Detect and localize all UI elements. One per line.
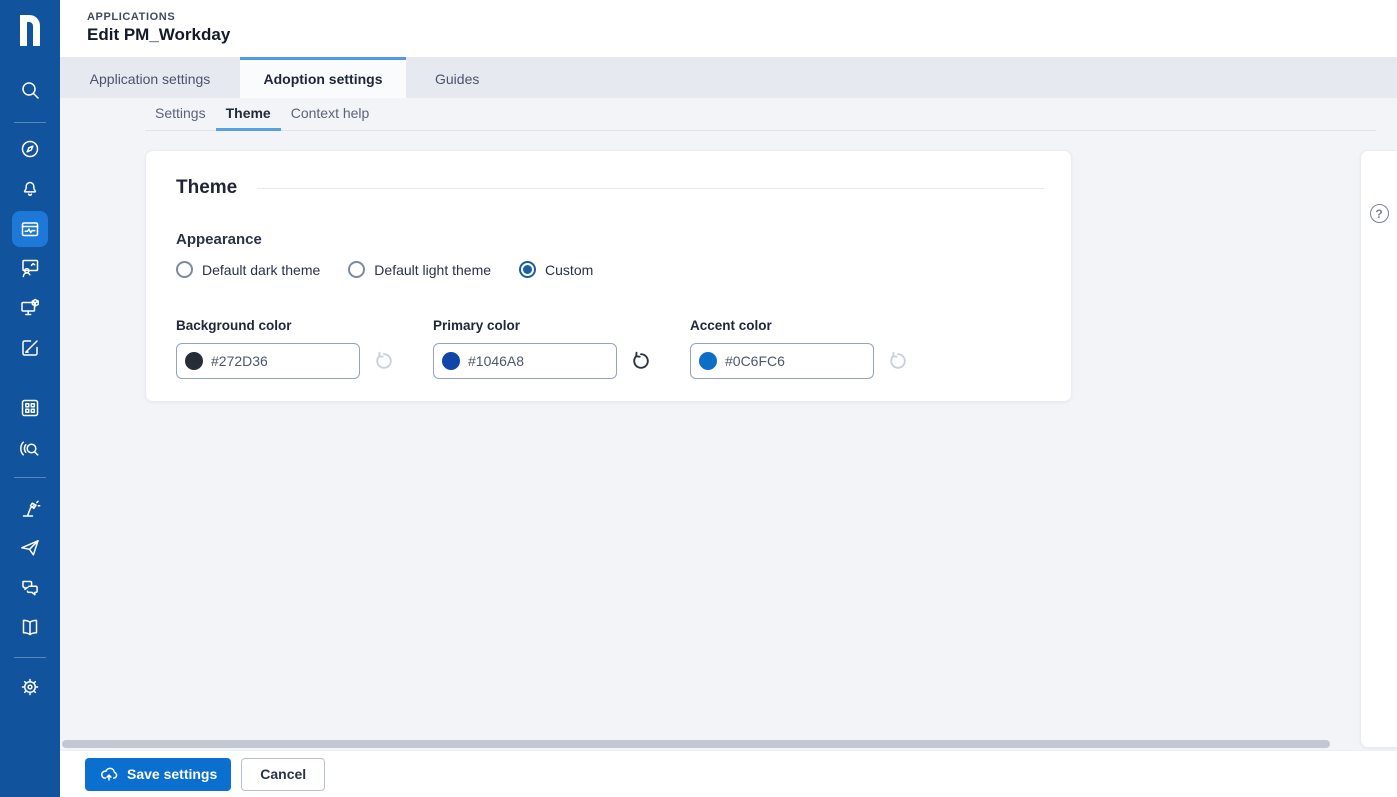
accent-color-reset-button[interactable] (888, 351, 908, 371)
subtab-theme[interactable]: Theme (216, 98, 281, 131)
background-color-field: Background color (176, 318, 433, 379)
breadcrumb: APPLICATIONS (87, 11, 175, 23)
cancel-button[interactable]: Cancel (241, 758, 325, 791)
subtab-settings[interactable]: Settings (145, 98, 216, 131)
sidebar-divider (14, 477, 46, 478)
subtab-bar: Settings Theme Context help (145, 98, 1376, 131)
theme-card: Theme Appearance Default dark theme Defa… (145, 150, 1072, 402)
paper-plane-icon[interactable] (12, 530, 48, 566)
background-color-reset-button[interactable] (374, 351, 394, 371)
pendo-logo-icon (14, 10, 46, 48)
primary-color-input[interactable] (468, 353, 598, 369)
tab-guides[interactable]: Guides (406, 57, 526, 98)
main-tabbar: Application settings Adoption settings G… (60, 57, 1397, 98)
primary-color-swatch[interactable] (442, 352, 460, 370)
page-title: Edit PM_Workday (87, 25, 230, 45)
color-fields-row: Background color Primary color (176, 318, 1044, 379)
radio-circle-icon (348, 261, 365, 278)
primary-color-input-wrap (433, 343, 617, 379)
monitor-package-icon[interactable] (12, 290, 48, 326)
chat-icon[interactable] (12, 570, 48, 606)
accent-color-swatch[interactable] (699, 352, 717, 370)
apps-grid-icon[interactable] (12, 390, 48, 426)
background-color-input[interactable] (211, 353, 341, 369)
appearance-radio-group: Default dark theme Default light theme C… (176, 261, 1044, 278)
subtab-context-help[interactable]: Context help (281, 98, 380, 131)
compose-icon[interactable] (12, 330, 48, 366)
sidebar-divider (14, 122, 46, 123)
primary-color-field: Primary color (433, 318, 690, 379)
tab-adoption-settings[interactable]: Adoption settings (240, 57, 406, 98)
compass-icon[interactable] (12, 131, 48, 167)
cloud-upload-icon (99, 764, 119, 784)
horizontal-scrollbar[interactable] (62, 740, 1330, 748)
sidebar-divider (14, 657, 46, 658)
bell-icon[interactable] (12, 171, 48, 207)
page-header: APPLICATIONS Edit PM_Workday (60, 0, 1397, 57)
radio-circle-icon (176, 261, 193, 278)
background-color-input-wrap (176, 343, 360, 379)
search-icon[interactable] (12, 72, 48, 108)
primary-color-reset-button[interactable] (631, 351, 651, 371)
radio-default-dark-theme[interactable]: Default dark theme (176, 261, 320, 278)
accent-color-input-wrap (690, 343, 874, 379)
background-color-swatch[interactable] (185, 352, 203, 370)
book-icon[interactable] (12, 609, 48, 645)
appearance-label: Appearance (176, 231, 1044, 248)
app-sidebar (0, 0, 60, 797)
footer-bar: Save settings Cancel (60, 750, 1397, 797)
help-side-panel: ? (1360, 150, 1397, 748)
radio-custom[interactable]: Custom (519, 261, 593, 278)
radio-circle-icon (519, 261, 536, 278)
accent-color-input[interactable] (725, 353, 855, 369)
radio-default-light-theme[interactable]: Default light theme (348, 261, 491, 278)
coaching-icon[interactable] (12, 250, 48, 286)
tab-application-settings[interactable]: Application settings (60, 57, 240, 98)
lamp-icon[interactable] (12, 490, 48, 526)
dashboards-icon[interactable] (12, 211, 48, 247)
help-icon[interactable]: ? (1370, 204, 1389, 223)
gear-icon[interactable] (12, 669, 48, 705)
theme-heading: Theme (176, 177, 237, 199)
save-settings-button[interactable]: Save settings (85, 758, 231, 791)
heading-rule (257, 188, 1044, 189)
content-area: Settings Theme Context help Theme Appear… (60, 98, 1397, 750)
accent-color-field: Accent color (690, 318, 947, 379)
listen-search-icon[interactable] (12, 430, 48, 466)
